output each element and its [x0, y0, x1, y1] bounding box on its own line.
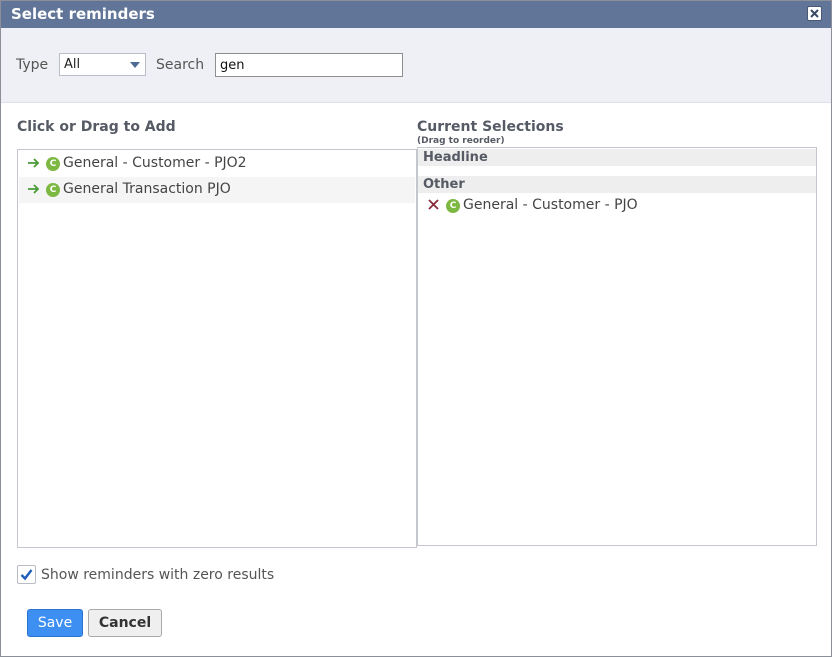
- available-list: C General - Customer - PJO2 C General Tr…: [17, 149, 417, 548]
- list-item-label: General Transaction PJO: [63, 181, 231, 197]
- group-header-headline: Headline: [418, 149, 816, 166]
- selections-list: Headline Other C General - Customer - PJ…: [417, 147, 817, 546]
- close-icon: [810, 9, 819, 18]
- cancel-button[interactable]: Cancel: [88, 609, 162, 637]
- close-button[interactable]: [807, 6, 822, 21]
- save-button[interactable]: Save: [27, 609, 83, 637]
- selected-item[interactable]: C General - Customer - PJO: [418, 194, 816, 218]
- customer-badge: C: [46, 157, 60, 171]
- add-arrow-icon: [28, 184, 40, 194]
- customer-badge: C: [446, 199, 460, 213]
- select-reminders-dialog: Select reminders Type All Search Click o…: [0, 0, 832, 657]
- selections-subheading: (Drag to reorder): [417, 136, 505, 146]
- customer-badge: C: [46, 183, 60, 197]
- group-header-other: Other: [418, 176, 816, 193]
- selected-item-label: General - Customer - PJO: [463, 197, 638, 213]
- chevron-down-icon: [130, 62, 140, 68]
- dialog-titlebar: Select reminders: [1, 1, 831, 28]
- remove-x-icon[interactable]: [428, 199, 439, 210]
- list-item[interactable]: C General Transaction PJO: [19, 177, 415, 203]
- add-arrow-icon: [28, 158, 40, 168]
- search-input[interactable]: [215, 53, 403, 77]
- show-zero-label: Show reminders with zero results: [41, 567, 275, 583]
- search-label: Search: [156, 57, 205, 73]
- dialog-title: Select reminders: [11, 5, 155, 23]
- list-item[interactable]: C General - Customer - PJO2: [19, 151, 415, 177]
- selections-heading: Current Selections: [417, 119, 564, 135]
- checkmark-icon: [20, 569, 33, 581]
- type-label: Type: [16, 57, 49, 73]
- type-select[interactable]: All: [59, 53, 146, 76]
- show-zero-checkbox[interactable]: [17, 565, 36, 584]
- available-heading: Click or Drag to Add: [17, 119, 176, 135]
- list-item-label: General - Customer - PJO2: [63, 155, 247, 171]
- type-select-value: All: [64, 57, 81, 72]
- filter-bar: Type All Search: [1, 28, 831, 103]
